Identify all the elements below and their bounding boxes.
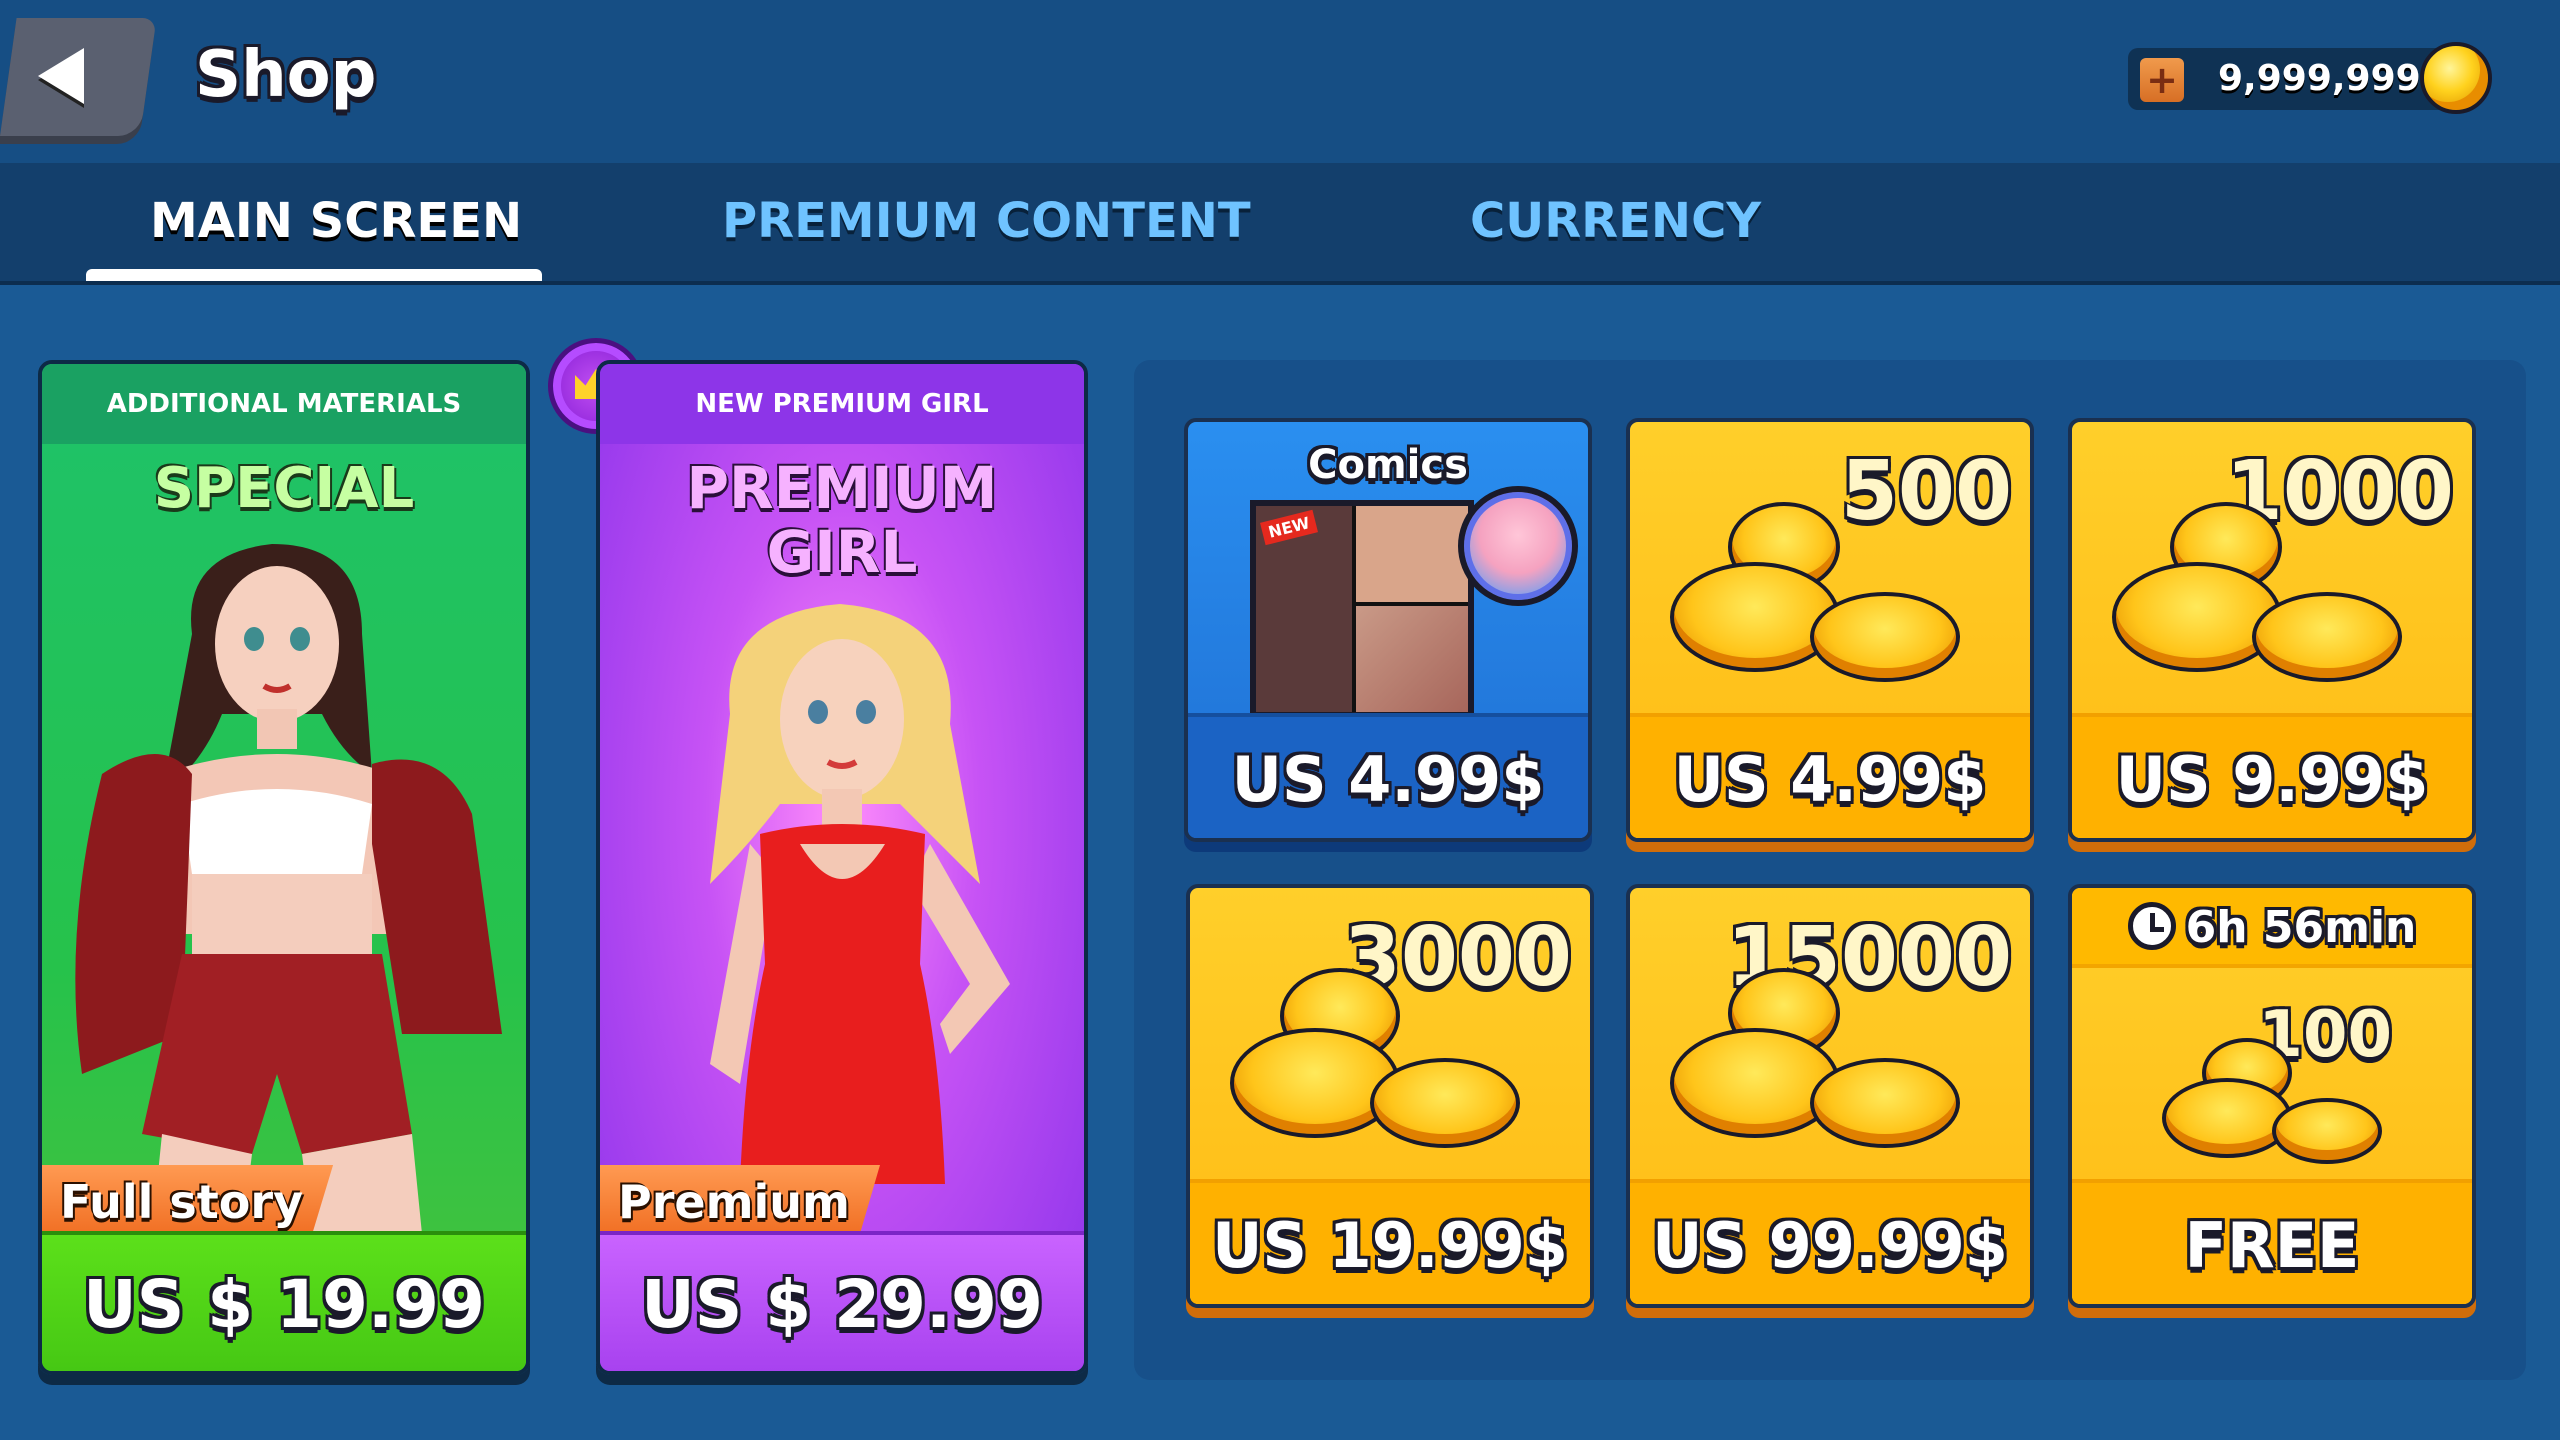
comics-title: Comics	[1308, 442, 1468, 488]
coins-15000-tile[interactable]: 15000 US 99.99$	[1626, 884, 2034, 1308]
card-title-line2: GIRL	[766, 518, 918, 586]
comic-cover-image: NEW	[1250, 500, 1474, 718]
active-tab-indicator	[86, 269, 542, 281]
comics-price-button[interactable]: US 4.99$	[1188, 713, 1588, 838]
coin-amount: 500	[1840, 444, 2012, 539]
card-header: NEW PREMIUM GIRL	[600, 364, 1084, 444]
coins-1000-price-button[interactable]: US 9.99$	[2072, 713, 2472, 838]
comics-tile[interactable]: Comics NEW US 4.99$	[1184, 418, 1592, 842]
special-offer-card[interactable]: ADDITIONAL MATERIALS SPECIAL Full story …	[38, 360, 530, 1375]
character-avatar	[1458, 486, 1578, 606]
coins-1000-tile[interactable]: 1000 US 9.99$	[2068, 418, 2476, 842]
top-bar: Shop + 9,999,999	[0, 0, 2560, 163]
tab-main-screen[interactable]: MAIN SCREEN	[150, 193, 522, 249]
card-title: SPECIAL	[153, 456, 415, 521]
currency-amount: 9,999,999	[2218, 58, 2421, 99]
coins-15000-price-button[interactable]: US 99.99$	[1630, 1179, 2030, 1304]
tab-currency[interactable]: CURRENCY	[1470, 193, 1761, 249]
timer-bar: 6h 56min	[2072, 888, 2472, 968]
character-illustration	[75, 544, 502, 1234]
premium-girl-card[interactable]: NEW PREMIUM GIRL PREMIUM GIRL Premium US…	[596, 360, 1088, 1375]
free-coins-tile[interactable]: 6h 56min 100 FREE	[2068, 884, 2476, 1308]
timer-text: 6h 56min	[2185, 902, 2417, 953]
coins-500-price-button[interactable]: US 4.99$	[1630, 713, 2030, 838]
add-currency-button[interactable]: +	[2140, 58, 2184, 102]
card-title-line1: PREMIUM	[686, 454, 998, 522]
card-title: PREMIUM GIRL	[600, 456, 1084, 584]
back-arrow-icon	[38, 48, 84, 104]
tab-premium-content[interactable]: PREMIUM CONTENT	[722, 193, 1251, 249]
card-header: ADDITIONAL MATERIALS	[42, 364, 526, 444]
page-title: Shop	[195, 38, 377, 112]
character-illustration	[710, 604, 1010, 1224]
coins-500-tile[interactable]: 500 US 4.99$	[1626, 418, 2034, 842]
clock-icon	[2127, 902, 2176, 950]
coins-3000-price-button[interactable]: US 19.99$	[1190, 1179, 1590, 1304]
premium-price-button[interactable]: US $ 29.99	[600, 1231, 1084, 1371]
tab-bar: MAIN SCREEN PREMIUM CONTENT CURRENCY	[0, 163, 2560, 285]
special-price-button[interactable]: US $ 19.99	[42, 1231, 526, 1371]
free-claim-button[interactable]: FREE	[2072, 1179, 2472, 1304]
coin-icon	[2420, 42, 2492, 114]
coins-3000-tile[interactable]: 3000 US 19.99$	[1186, 884, 1594, 1308]
